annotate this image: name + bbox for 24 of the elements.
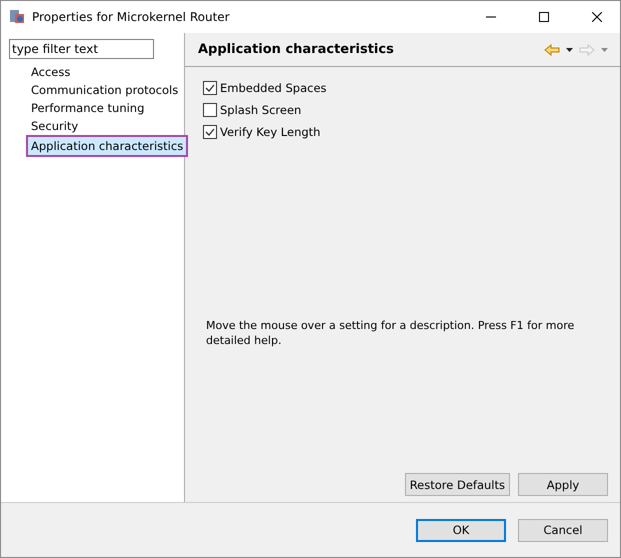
option-label: Verify Key Length (220, 125, 320, 139)
app-icon (9, 9, 25, 25)
nav-item[interactable]: Performance tuning (28, 99, 148, 117)
dialog-button[interactable]: OK (416, 518, 506, 542)
nav-item[interactable]: Communication protocols (28, 81, 182, 99)
nav-item[interactable]: Application characteristics (28, 137, 186, 155)
page-title: Application characteristics (198, 42, 395, 57)
page-button[interactable]: Restore Defaults (404, 473, 510, 496)
page-button[interactable]: Apply (518, 473, 608, 496)
checkbox[interactable] (203, 103, 217, 117)
dropdown-icon[interactable] (566, 48, 573, 52)
option-label: Splash Screen (220, 103, 302, 117)
nav-item[interactable]: Security (28, 117, 82, 135)
option-label: Embedded Spaces (220, 81, 327, 95)
checkbox[interactable] (203, 81, 217, 95)
close-icon (592, 12, 602, 22)
maximize-icon (539, 12, 549, 22)
description-text: Move the mouse over a setting for a description. Press F1 for more detailed help. (206, 318, 576, 349)
checkbox[interactable] (203, 125, 217, 139)
filter-field[interactable]: type filter text (9, 39, 154, 59)
dialog-button[interactable]: Cancel (518, 518, 608, 542)
nav-item[interactable]: Access (28, 63, 74, 81)
back-arrow-icon[interactable] (544, 44, 560, 56)
window-title: Properties for Microkernel Router (32, 10, 231, 24)
